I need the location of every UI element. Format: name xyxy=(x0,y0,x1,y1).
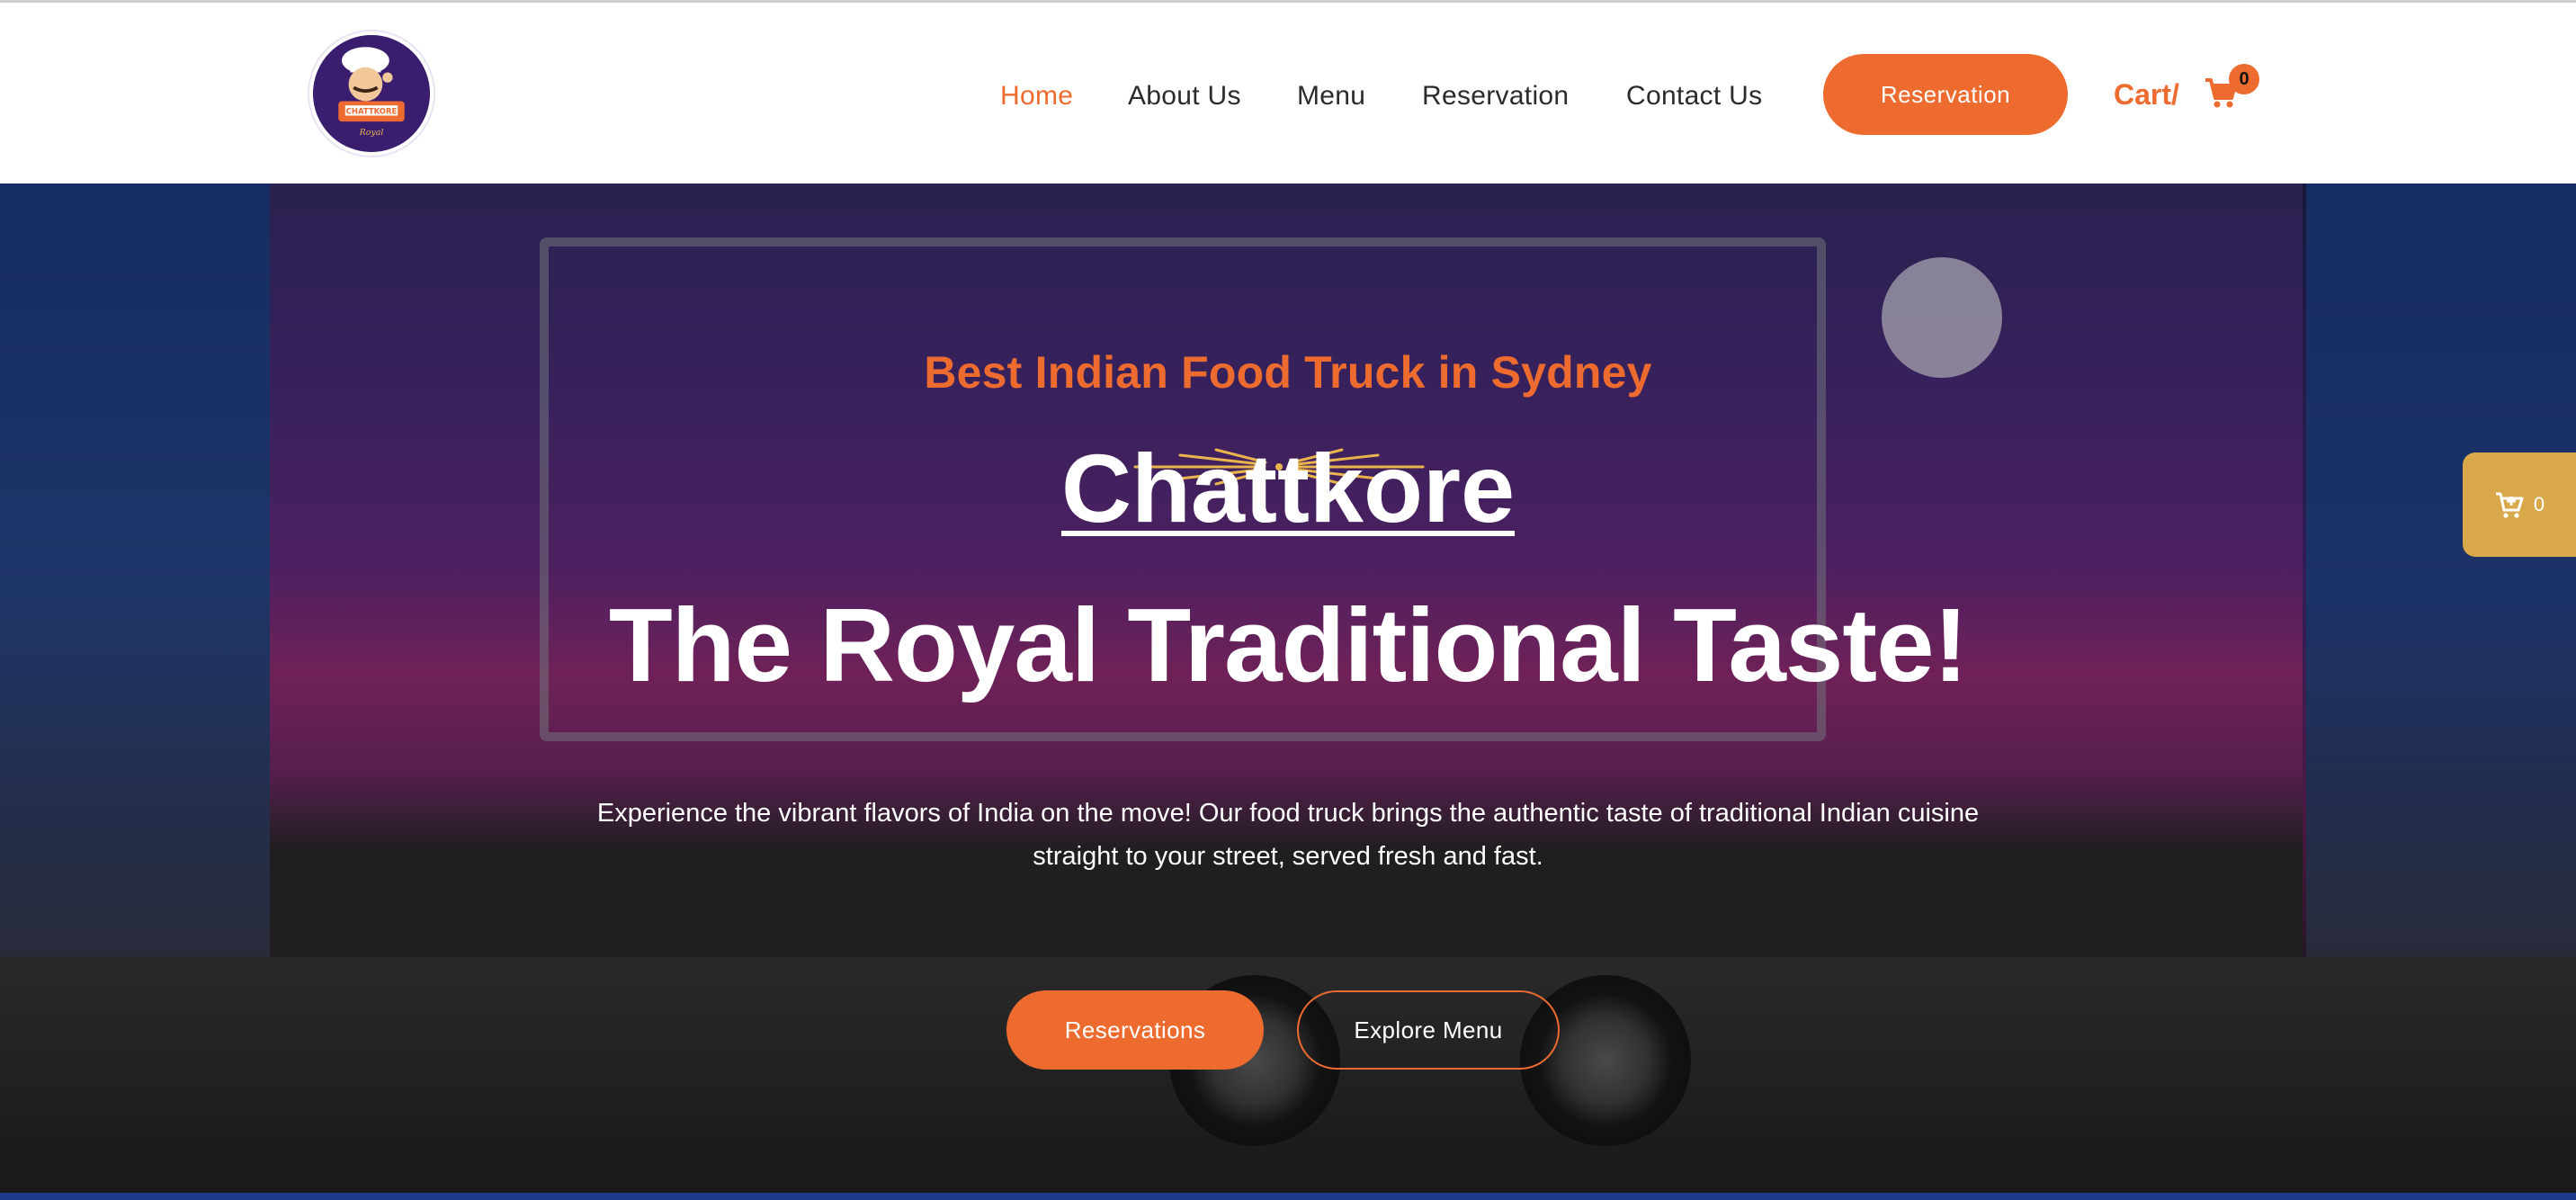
cart-plus-icon xyxy=(2495,492,2524,518)
nav-about-us[interactable]: About Us xyxy=(1128,81,1241,112)
bottom-bar xyxy=(0,1193,2576,1200)
nav-menu[interactable]: Menu xyxy=(1297,81,1365,112)
reservation-button[interactable]: Reservation xyxy=(1823,54,2068,135)
hero-tagline: The Royal Traditional Taste! xyxy=(608,587,1968,703)
reservations-button[interactable]: Reservations xyxy=(1006,990,1264,1070)
side-cart-widget[interactable]: 0 xyxy=(2463,452,2576,557)
logo[interactable]: CHATTKORE Royal xyxy=(309,31,434,156)
chef-logo-icon: CHATTKORE Royal xyxy=(313,35,430,152)
explore-menu-button[interactable]: Explore Menu xyxy=(1297,990,1560,1070)
nav-reservation[interactable]: Reservation xyxy=(1422,81,1569,112)
cart-count-badge: 0 xyxy=(2229,64,2259,94)
nav-home[interactable]: Home xyxy=(1000,81,1073,112)
site-header: CHATTKORE Royal Home About Us Menu Reser… xyxy=(0,3,2576,184)
side-cart-count: 0 xyxy=(2533,493,2545,515)
svg-text:CHATTKORE: CHATTKORE xyxy=(346,107,398,116)
hero-brand-text: Chattkore xyxy=(1060,434,1516,542)
hero-eyebrow: Best Indian Food Truck in Sydney xyxy=(924,347,1652,398)
hero-section: Best Indian Food Truck in Sydney Chattko… xyxy=(0,184,2576,1193)
cart-link[interactable]: Cart/ xyxy=(2114,78,2179,112)
nav-contact-us[interactable]: Contact Us xyxy=(1626,81,1762,112)
hero-brand: Chattkore xyxy=(0,432,2576,544)
hero-description: Experience the vibrant flavors of India … xyxy=(596,799,1980,871)
svg-text:Royal: Royal xyxy=(359,128,384,138)
